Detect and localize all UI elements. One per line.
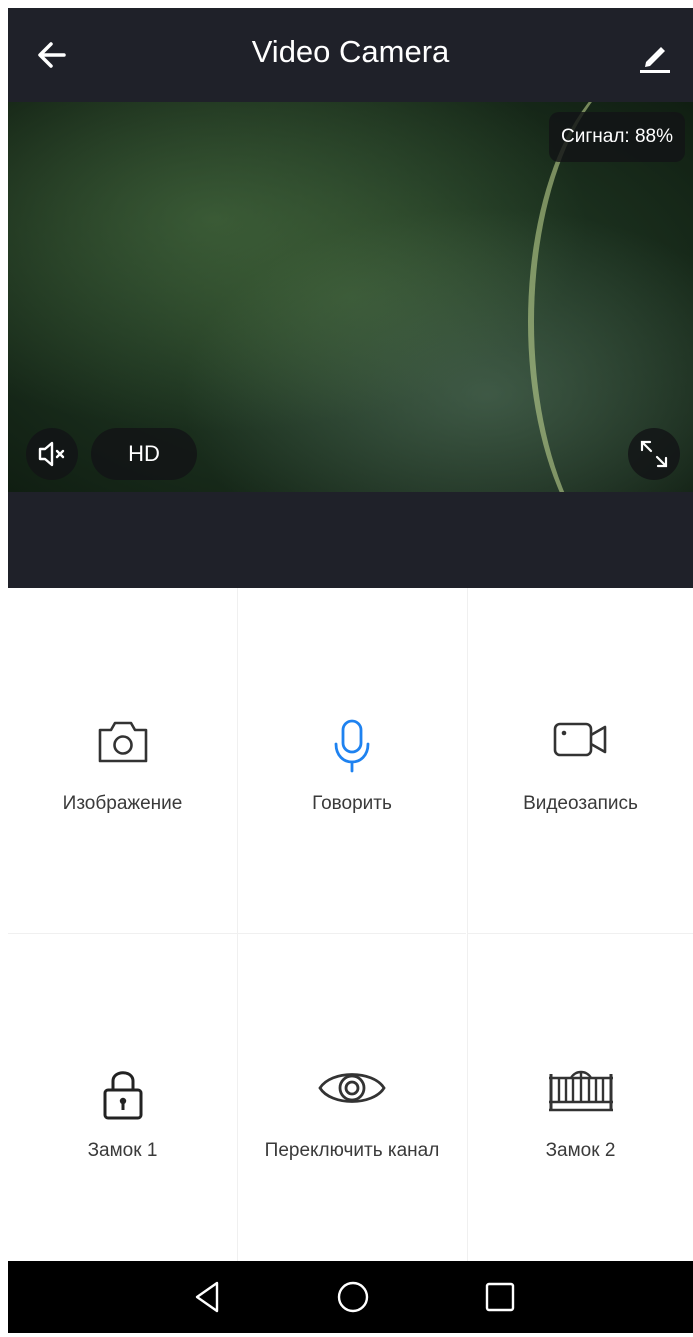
microphone-icon [332, 718, 372, 779]
control-label: Изображение [62, 793, 183, 814]
lock-1-button[interactable]: Замок 1 [8, 934, 237, 1261]
page-title: Video Camera [251, 34, 450, 69]
control-label: Переключить канал [264, 1140, 440, 1161]
fullscreen-button[interactable] [628, 428, 680, 480]
app-screen: Video Camera Сигнал: 88% HD Изображение … [8, 8, 693, 1333]
gate-icon [545, 1066, 617, 1117]
signal-strength-badge: Сигнал: 88% [549, 112, 685, 162]
lock-icon [100, 1066, 146, 1127]
control-label: Замок 2 [545, 1140, 616, 1161]
speaker-muted-icon [38, 441, 65, 467]
lock-2-button[interactable]: Замок 2 [467, 934, 693, 1261]
quality-toggle-button[interactable]: HD [91, 428, 197, 480]
eye-icon [317, 1066, 387, 1115]
control-label: Говорить [312, 793, 392, 814]
control-label: Замок 1 [87, 1140, 158, 1161]
record-button[interactable]: Видеозапись [467, 588, 693, 934]
talk-button[interactable]: Говорить [237, 588, 466, 934]
top-bar: Video Camera [8, 8, 693, 102]
video-bottom-band [8, 492, 693, 588]
home-icon[interactable] [333, 1277, 373, 1317]
recents-icon[interactable] [480, 1277, 520, 1317]
controls-grid: Изображение Говорить Видеозапись Замок 1 [8, 588, 693, 1261]
edit-pencil-icon[interactable] [636, 38, 676, 78]
control-label: Видеозапись [523, 793, 638, 814]
back-icon[interactable] [188, 1277, 228, 1317]
video-record-icon [551, 718, 611, 767]
snapshot-button[interactable]: Изображение [8, 588, 237, 934]
mute-toggle-button[interactable] [26, 428, 78, 480]
camera-icon [94, 718, 152, 771]
system-navigation-bar [8, 1261, 693, 1333]
fullscreen-icon [640, 440, 668, 468]
camera-video-feed[interactable]: Сигнал: 88% HD [8, 102, 693, 492]
switch-channel-button[interactable]: Переключить канал [237, 934, 466, 1261]
